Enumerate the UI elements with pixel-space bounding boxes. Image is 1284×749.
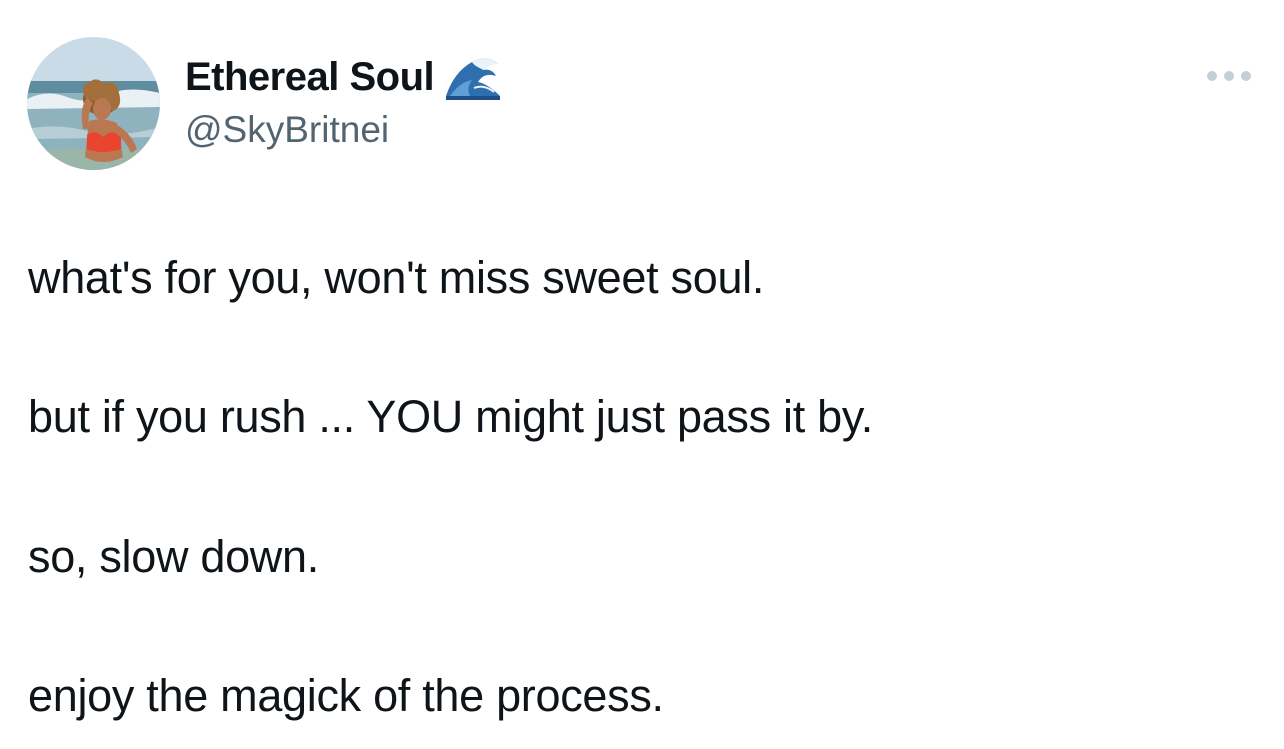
tweet-card: Ethereal Soul @SkyBritnei what's for you… — [0, 0, 1284, 749]
user-handle[interactable]: @SkyBritnei — [185, 107, 389, 153]
tweet-text-line: but if you rush ... YOU might just pass … — [28, 391, 873, 442]
tweet-text-line: enjoy the magick of the process. — [28, 670, 664, 721]
tweet-text-line: so, slow down. — [28, 531, 319, 582]
menu-dot — [1207, 71, 1217, 81]
display-name[interactable]: Ethereal Soul — [185, 52, 435, 102]
water-wave-emoji-icon — [444, 52, 502, 102]
more-options-icon[interactable] — [1203, 60, 1255, 92]
avatar[interactable] — [27, 37, 160, 170]
avatar-photo — [27, 37, 160, 170]
menu-dot — [1241, 71, 1251, 81]
author-name-row[interactable]: Ethereal Soul — [185, 52, 502, 102]
menu-dot — [1224, 71, 1234, 81]
tweet-text-line: what's for you, won't miss sweet soul. — [28, 252, 765, 303]
